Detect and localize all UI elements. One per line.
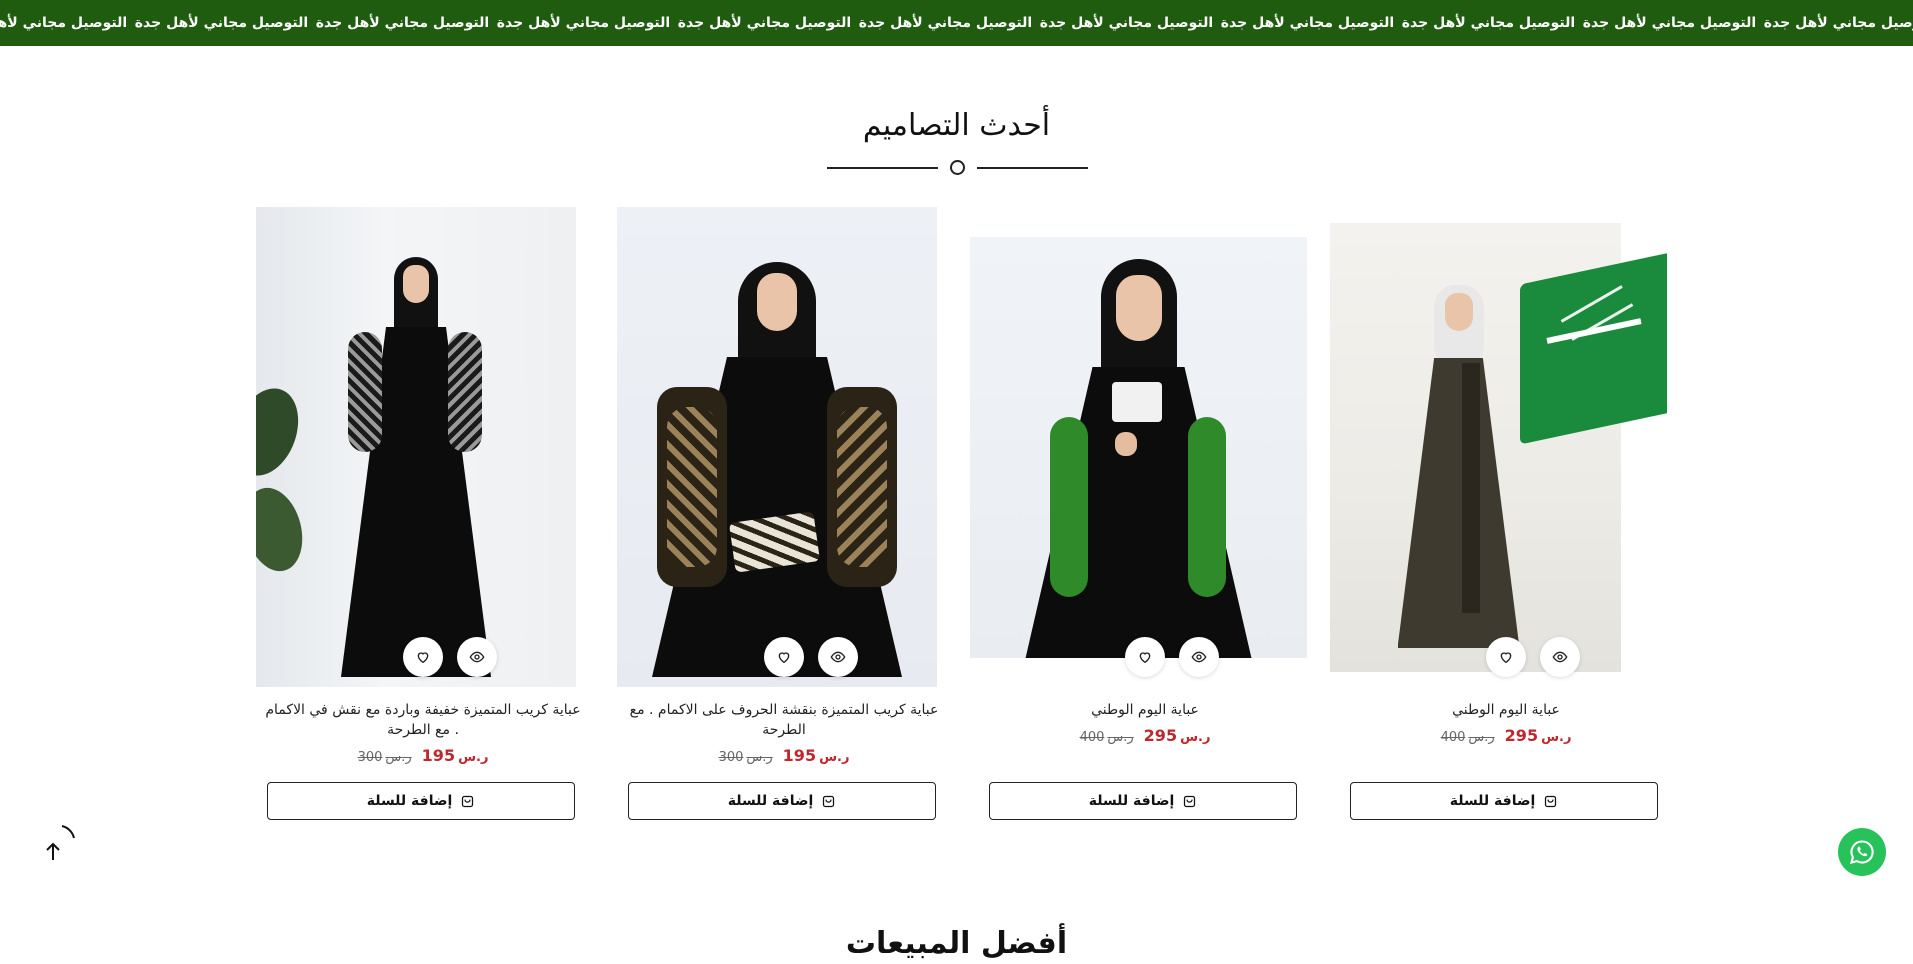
original-price: ر.س300 <box>718 750 773 765</box>
add-to-cart-button[interactable]: إضافة للسلة <box>628 782 936 820</box>
ornament-circle <box>950 160 965 175</box>
product-card[interactable]: عباية كريب المتميزة خفيفة وباردة مع نقش … <box>256 196 584 826</box>
add-to-cart-button[interactable]: إضافة للسلة <box>989 782 1297 820</box>
saudi-riyal-icon: ر.س <box>458 750 489 765</box>
product-image[interactable] <box>617 207 937 687</box>
heart-icon <box>1500 652 1512 664</box>
saudi-riyal-icon: ر.س <box>746 750 773 765</box>
price-row: ر.س195 ر.س300 <box>623 746 945 765</box>
saudi-riyal-icon: ر.س <box>1180 730 1211 745</box>
marquee-item: التوصيل مجاني لأهل جدة <box>1763 15 1913 31</box>
free-delivery-marquee: التوصيل مجاني لأهل جدة التوصيل مجاني لأهل… <box>0 0 1913 46</box>
price-row: ر.س295 ر.س400 <box>984 726 1306 745</box>
marquee-item: التوصيل مجاني لأهل جدة <box>496 15 671 31</box>
product-image[interactable] <box>970 237 1307 658</box>
quick-view-button[interactable] <box>1179 637 1219 677</box>
add-to-cart-button[interactable]: إضافة للسلة <box>1350 782 1658 820</box>
eye-icon <box>1552 651 1568 663</box>
add-to-cart-label: إضافة للسلة <box>366 793 453 809</box>
marquee-item: التوصيل مجاني لأهل جدة <box>1401 15 1576 31</box>
sale-price: ر.س195 <box>782 746 850 765</box>
eye-icon <box>830 651 846 663</box>
product-card[interactable]: عباية اليوم الوطني ر.س295 ر.س400 إضافة ل… <box>1330 196 1667 826</box>
cart-icon <box>1184 795 1196 807</box>
add-to-cart-label: إضافة للسلة <box>727 793 814 809</box>
add-to-cart-label: إضافة للسلة <box>1449 793 1536 809</box>
scroll-to-top-button[interactable] <box>40 822 80 862</box>
heart-icon <box>1139 652 1151 664</box>
product-name[interactable]: عباية كريب المتميزة خفيفة وباردة مع نقش … <box>262 700 584 740</box>
ornament-line <box>977 167 1088 169</box>
marquee-item: التوصيل مجاني لأهل جدة <box>858 15 1033 31</box>
eye-icon <box>469 651 485 663</box>
eye-icon <box>1191 651 1207 663</box>
sale-price: ر.س195 <box>421 746 489 765</box>
marquee-track: التوصيل مجاني لأهل جدة التوصيل مجاني لأهل… <box>0 0 1913 46</box>
section-title: أحدث التصاميم <box>862 108 1051 143</box>
next-section-title: أفضل المبيعات <box>845 926 1068 961</box>
wishlist-button[interactable] <box>1125 637 1165 677</box>
heart-icon <box>417 652 429 664</box>
product-name[interactable]: عباية اليوم الوطني <box>1345 700 1667 720</box>
saudi-riyal-icon: ر.س <box>1468 730 1495 745</box>
quick-view-button[interactable] <box>1540 637 1580 677</box>
quick-view-button[interactable] <box>818 637 858 677</box>
original-price: ر.س300 <box>357 750 412 765</box>
original-price: ر.س400 <box>1440 730 1495 745</box>
wishlist-button[interactable] <box>403 637 443 677</box>
price-row: ر.س195 ر.س300 <box>262 746 584 765</box>
sale-price: ر.س295 <box>1143 726 1211 745</box>
sale-price: ر.س295 <box>1504 726 1572 745</box>
ornament-line <box>827 167 938 169</box>
product-image[interactable] <box>256 207 576 687</box>
product-name[interactable]: عباية اليوم الوطني <box>984 700 1306 720</box>
marquee-item: التوصيل مجاني لأهل جدة <box>315 15 490 31</box>
add-to-cart-label: إضافة للسلة <box>1088 793 1175 809</box>
add-to-cart-button[interactable]: إضافة للسلة <box>267 782 575 820</box>
wishlist-button[interactable] <box>1486 637 1526 677</box>
patterned-sleeve <box>348 332 382 452</box>
saudi-riyal-icon: ر.س <box>819 750 850 765</box>
marquee-item: التوصيل مجاني لأهل جدة <box>1220 15 1395 31</box>
product-card[interactable]: عباية اليوم الوطني ر.س295 ر.س400 إضافة ل… <box>970 196 1307 826</box>
product-name[interactable]: عباية كريب المتميزة بنقشة الحروف على الا… <box>623 700 945 740</box>
product-card[interactable]: عباية كريب المتميزة بنقشة الحروف على الا… <box>617 196 945 826</box>
patterned-sleeve <box>448 332 482 452</box>
saudi-riyal-icon: ر.س <box>1541 730 1572 745</box>
marquee-item: التوصيل مجاني لأهل جدة <box>677 15 852 31</box>
cart-icon <box>462 795 474 807</box>
saudi-riyal-icon: ر.س <box>385 750 412 765</box>
marquee-item: التوصيل مجاني لأهل جدة <box>1582 15 1757 31</box>
price-row: ر.س295 ر.س400 <box>1345 726 1667 745</box>
product-image[interactable] <box>1330 223 1667 672</box>
quick-view-button[interactable] <box>457 637 497 677</box>
title-ornament <box>827 160 1088 176</box>
marquee-item: التوصيل مجاني لأهل جدة <box>134 15 309 31</box>
heart-icon <box>778 652 790 664</box>
green-sleeve <box>1188 417 1226 597</box>
original-price: ر.س400 <box>1079 730 1134 745</box>
cart-icon <box>1545 795 1557 807</box>
marquee-item: التوصيل مجاني لأهل جدة <box>1039 15 1214 31</box>
marquee-item: التوصيل مجاني لأهل جدة <box>0 15 128 31</box>
saudi-flag <box>1520 251 1667 445</box>
green-sleeve <box>1050 417 1088 597</box>
wishlist-button[interactable] <box>764 637 804 677</box>
cart-icon <box>823 795 835 807</box>
whatsapp-button[interactable] <box>1838 828 1886 876</box>
saudi-riyal-icon: ر.س <box>1107 730 1134 745</box>
arrow-up-icon <box>46 825 75 860</box>
whatsapp-icon <box>1850 840 1874 864</box>
